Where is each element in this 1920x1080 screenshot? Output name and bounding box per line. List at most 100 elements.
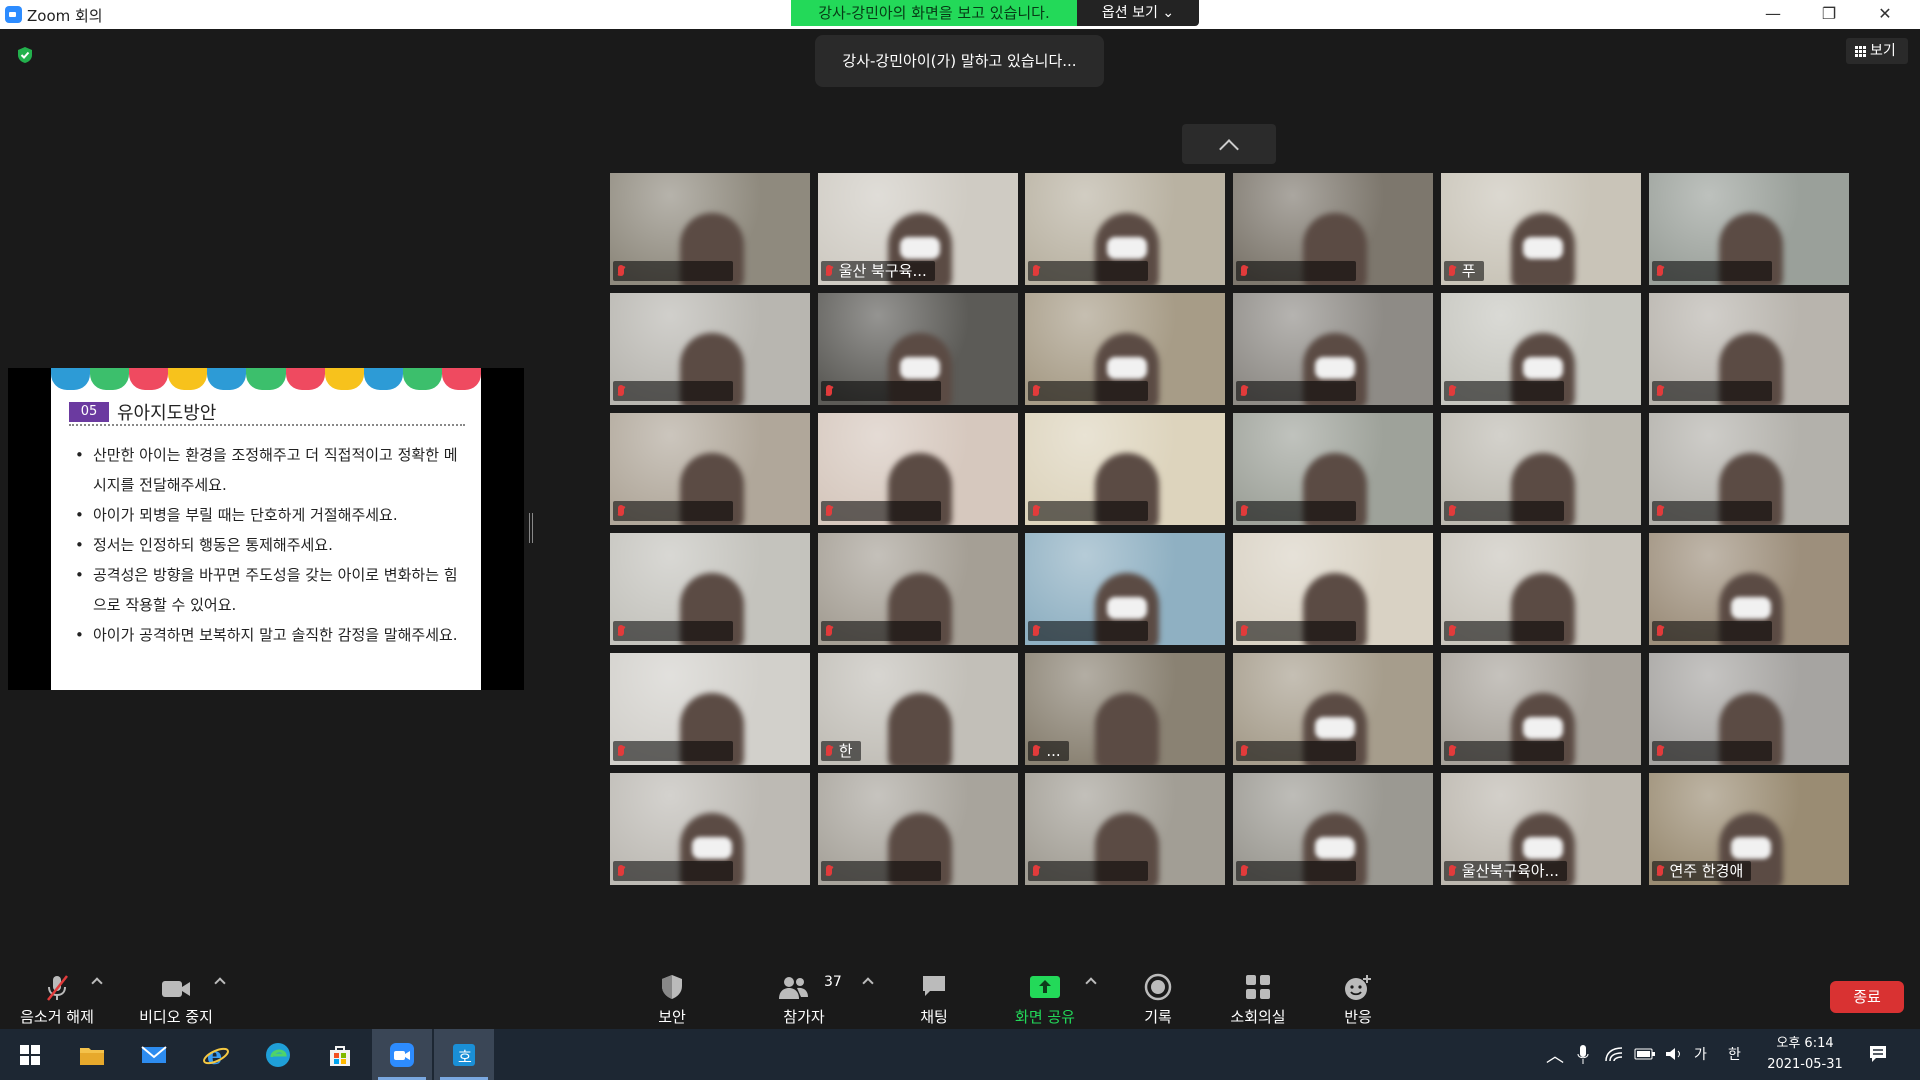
participant-tile[interactable]: [1440, 533, 1641, 645]
unmute-button[interactable]: 음소거 해제: [10, 955, 104, 1029]
participant-name-label: [1236, 741, 1357, 761]
security-button[interactable]: 보안: [641, 955, 703, 1029]
view-layout-label: 보기: [1870, 43, 1896, 59]
taskbar-mail[interactable]: [124, 1029, 184, 1080]
face-mask-figure: [692, 837, 732, 859]
face-mask-figure: [1315, 357, 1356, 379]
participant-name-label: [820, 381, 941, 401]
participant-tile[interactable]: [610, 653, 810, 765]
participant-name-label: [1651, 501, 1772, 521]
start-button[interactable]: [0, 1029, 60, 1080]
reactions-button[interactable]: 반응: [1328, 955, 1388, 1029]
view-layout-button[interactable]: 보기: [1846, 38, 1908, 64]
taskbar-zoom[interactable]: [372, 1029, 432, 1080]
participant-name-label: 울산북구육아...: [1443, 861, 1567, 881]
scallop-shape: [51, 368, 91, 390]
minimize-button[interactable]: —: [1745, 0, 1801, 29]
participant-tile[interactable]: [1025, 293, 1226, 405]
clock-time: 오후 6:14: [1776, 1036, 1834, 1051]
breakout-rooms-button[interactable]: 소회의실: [1222, 955, 1294, 1029]
reaction-emoji-icon: [1345, 975, 1371, 1000]
taskbar-clock[interactable]: 오후 6:14 2021-05-31: [1760, 1033, 1850, 1075]
participant-name-label: [1236, 861, 1357, 881]
encryption-shield-icon[interactable]: [16, 46, 34, 64]
zoom-app-icon: [390, 1043, 414, 1067]
participant-tile[interactable]: [1233, 293, 1434, 405]
record-button[interactable]: 기록: [1128, 955, 1188, 1029]
face-mask-figure: [1522, 837, 1563, 859]
app-icon: 호: [453, 1044, 475, 1066]
participants-options-caret[interactable]: [862, 977, 874, 989]
security-label: 보안: [658, 1008, 686, 1026]
ime-language-indicator[interactable]: 가: [1694, 1044, 1707, 1064]
participant-tile[interactable]: ...: [1025, 653, 1226, 765]
taskbar-internet-explorer[interactable]: e: [186, 1029, 246, 1080]
participant-tile[interactable]: [817, 533, 1018, 645]
share-screen-button[interactable]: 화면 공유: [1005, 955, 1085, 1029]
participant-tile[interactable]: [817, 413, 1018, 525]
taskbar-store[interactable]: [310, 1029, 370, 1080]
participant-tile[interactable]: [1025, 173, 1226, 285]
participant-tile[interactable]: 울산 북구육...: [817, 173, 1018, 285]
microphone-tray-icon[interactable]: [1576, 1044, 1590, 1066]
participants-button[interactable]: 37 참가자: [766, 955, 842, 1029]
participant-name-label: [1028, 621, 1149, 641]
microphone-muted-icon: [47, 975, 68, 1001]
wifi-icon[interactable]: [1604, 1045, 1624, 1063]
participant-tile[interactable]: [1233, 173, 1434, 285]
participant-tile[interactable]: 푸: [1440, 173, 1641, 285]
volume-icon[interactable]: [1664, 1045, 1684, 1063]
participant-tile[interactable]: [1648, 173, 1849, 285]
slide-bullet: 아이가 공격하면 보복하지 말고 솔직한 감정을 말해주세요.: [73, 620, 469, 650]
participant-tile[interactable]: [1233, 413, 1434, 525]
close-button[interactable]: ✕: [1857, 0, 1913, 29]
face-mask-figure: [1730, 837, 1771, 859]
taskbar-edge[interactable]: [248, 1029, 308, 1080]
participant-tile[interactable]: [1648, 293, 1849, 405]
share-options-caret[interactable]: [1085, 977, 1097, 989]
gallery-page-up-button[interactable]: [1182, 124, 1276, 164]
meeting-toolbar: 음소거 해제 비디오 중지 보안 37 참가자 채팅 화면 공유 기록 소회의실…: [0, 955, 1920, 1029]
show-hidden-icons-chevron-icon[interactable]: ︿: [1546, 1042, 1564, 1068]
view-options-button[interactable]: 옵션 보기 ⌄: [1077, 0, 1199, 26]
participant-tile[interactable]: [610, 413, 810, 525]
ime-mode-indicator[interactable]: 한: [1728, 1044, 1741, 1064]
restore-button[interactable]: ❐: [1801, 0, 1857, 29]
participant-tile[interactable]: [1648, 533, 1849, 645]
battery-icon[interactable]: [1634, 1047, 1656, 1061]
participant-tile[interactable]: [610, 533, 810, 645]
slide-header: 05 유아지도방안: [69, 400, 216, 424]
participant-tile[interactable]: 한: [817, 653, 1018, 765]
stop-video-button[interactable]: 비디오 중지: [130, 955, 222, 1029]
participant-name-label: [613, 621, 733, 641]
participant-tile[interactable]: [1025, 413, 1226, 525]
participant-tile[interactable]: [1440, 653, 1641, 765]
participant-tile[interactable]: [1648, 653, 1849, 765]
participant-tile[interactable]: 연주 한경애: [1648, 773, 1849, 885]
taskbar-app[interactable]: 호: [434, 1029, 494, 1080]
participant-tile[interactable]: [610, 773, 810, 885]
participant-tile[interactable]: [1440, 413, 1641, 525]
slide-bullet: 공격성은 방향을 바꾸면 주도성을 갖는 아이로 변화하는 힘으로 작용할 수 …: [73, 560, 469, 620]
zoom-window: Zoom 회의 강사-강민아의 화면을 보고 있습니다. 옵션 보기 ⌄ — ❐…: [0, 0, 1920, 1080]
participant-tile[interactable]: [610, 293, 810, 405]
notification-center-icon[interactable]: [1868, 1044, 1888, 1064]
unmute-label: 음소거 해제: [20, 1008, 94, 1026]
chat-button[interactable]: 채팅: [904, 955, 964, 1029]
participant-tile[interactable]: [1648, 413, 1849, 525]
participant-name-label: [820, 501, 941, 521]
participant-tile[interactable]: [1025, 533, 1226, 645]
participant-name-label: 푸: [1443, 261, 1484, 281]
participant-tile[interactable]: 울산북구육아...: [1440, 773, 1641, 885]
participant-tile[interactable]: [1233, 533, 1434, 645]
end-meeting-button[interactable]: 종료: [1830, 981, 1904, 1013]
participant-tile[interactable]: [1233, 653, 1434, 765]
taskbar-file-explorer[interactable]: [62, 1029, 122, 1080]
split-resize-handle[interactable]: [529, 513, 533, 543]
participant-tile[interactable]: [610, 173, 810, 285]
participant-tile[interactable]: [1025, 773, 1226, 885]
participant-tile[interactable]: [1233, 773, 1434, 885]
participant-tile[interactable]: [817, 773, 1018, 885]
participant-tile[interactable]: [817, 293, 1018, 405]
participant-tile[interactable]: [1440, 293, 1641, 405]
